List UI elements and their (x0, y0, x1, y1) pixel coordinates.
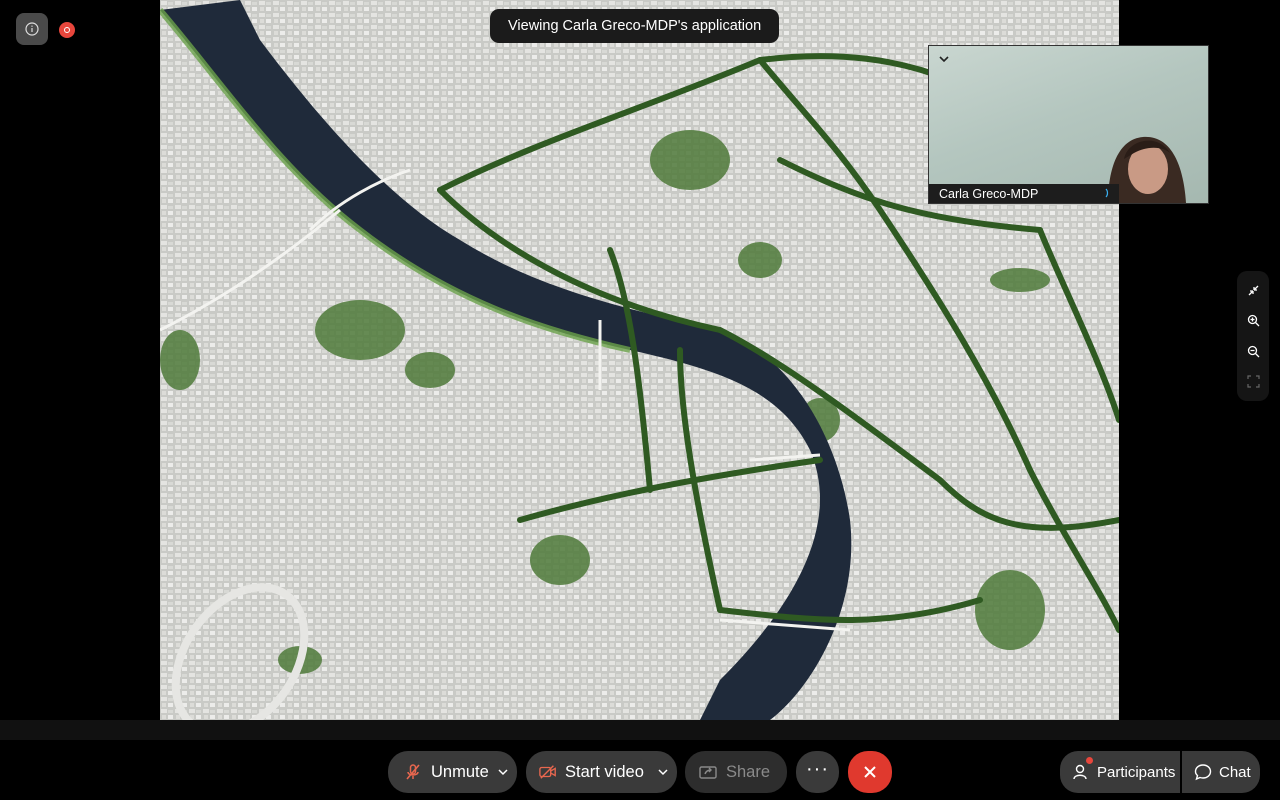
start-video-label: Start video (565, 762, 644, 781)
share-label: Share (726, 762, 771, 781)
more-icon: ··· (806, 757, 829, 780)
leave-meeting-button[interactable] (848, 751, 892, 793)
chevron-down-icon[interactable] (658, 767, 668, 777)
chevron-down-icon[interactable] (498, 767, 508, 777)
participants-icon (1072, 763, 1090, 781)
zoom-in-button[interactable] (1243, 311, 1263, 331)
zoom-in-icon (1247, 315, 1259, 327)
collapse-icon (1248, 285, 1258, 296)
notification-badge (1086, 757, 1093, 764)
participants-label: Participants (1097, 763, 1176, 781)
more-options-button[interactable]: ··· (796, 751, 839, 793)
viewing-banner: Viewing Carla Greco-MDP's application (490, 9, 780, 43)
expand-icon (1246, 375, 1260, 388)
info-icon (25, 22, 39, 36)
audio-level-icon (1105, 188, 1109, 198)
unmute-label: Unmute (431, 762, 489, 781)
participant-name: Carla Greco-MDP (939, 186, 1039, 201)
close-icon (864, 766, 876, 778)
share-screen-icon (699, 763, 717, 781)
unmute-button[interactable]: Unmute (388, 751, 517, 793)
meeting-info-button[interactable] (16, 13, 48, 45)
fit-to-window-button[interactable] (1243, 372, 1263, 392)
chevron-down-icon[interactable] (937, 52, 951, 66)
start-video-button[interactable]: Start video (526, 751, 677, 793)
zoom-out-button[interactable] (1243, 341, 1263, 361)
zoom-toolbar (1237, 271, 1269, 401)
exit-fullscreen-button[interactable] (1243, 280, 1263, 300)
participant-name-bar: Carla Greco-MDP (929, 184, 1119, 203)
microphone-muted-icon (404, 763, 422, 781)
camera-off-icon (539, 763, 557, 781)
participants-button[interactable]: Participants (1060, 751, 1180, 793)
chat-bubble-icon (1194, 763, 1212, 781)
control-bar-divider (0, 720, 1280, 740)
share-button[interactable]: Share (685, 751, 787, 793)
recording-indicator-icon[interactable] (59, 22, 75, 38)
participant-video-tile[interactable]: Carla Greco-MDP (928, 45, 1209, 204)
chat-label: Chat (1219, 763, 1251, 781)
chat-button[interactable]: Chat (1182, 751, 1260, 793)
zoom-out-icon (1247, 345, 1259, 358)
